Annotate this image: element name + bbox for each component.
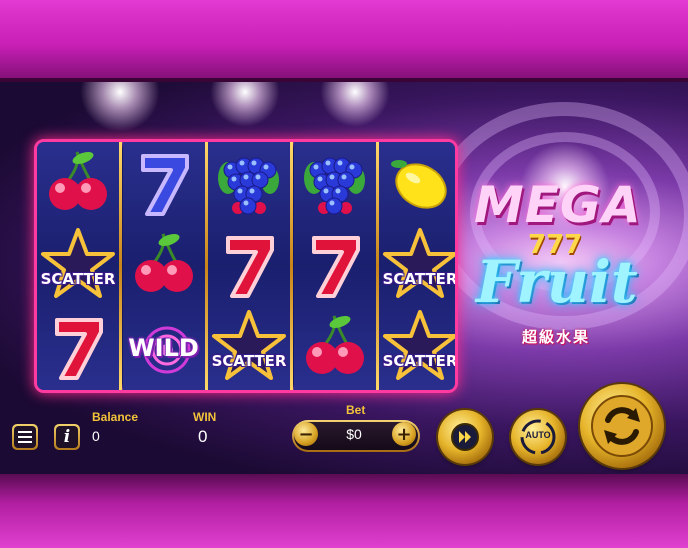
symbol-cherry (37, 142, 119, 224)
reel-column: SCATTER SCATTER (379, 142, 458, 390)
auto-label: AUTO (525, 430, 551, 440)
symbol-seven (208, 224, 290, 306)
stage-light (320, 82, 390, 127)
reel-grid: SCATTER WILD SCATTER SCATTER SCATTER (34, 139, 458, 393)
reel-column (293, 142, 376, 390)
symbol-wild: WILD (123, 306, 205, 388)
symbol-scatter: SCATTER (379, 306, 458, 388)
scatter-label: SCATTER (382, 352, 458, 370)
stage-light (210, 82, 280, 127)
info-icon: i (63, 427, 71, 447)
spin-button[interactable] (580, 384, 664, 468)
logo-subtitle: 超級水果 (522, 328, 591, 346)
info-button[interactable]: i (54, 424, 80, 450)
top-banner (0, 0, 688, 82)
symbol-lemon (379, 142, 455, 224)
symbol-cherry (294, 306, 376, 388)
scatter-label: SCATTER (382, 270, 458, 288)
hamburger-menu-icon (18, 431, 32, 443)
symbol-seven-blue (123, 142, 205, 224)
game-logo: MEGA 777 Fruit 超級水果 (466, 168, 676, 348)
stage-light (80, 82, 160, 132)
symbol-grapes (208, 142, 290, 224)
win-value: 0 (198, 427, 208, 446)
bet-selector: − $0 + (292, 420, 420, 452)
reel-column: WILD (122, 142, 205, 390)
wild-label: WILD (128, 334, 199, 362)
auto-spin-button[interactable]: AUTO (511, 410, 565, 464)
logo-fruit: Fruit (476, 248, 638, 316)
symbol-scatter: SCATTER (37, 224, 119, 306)
scatter-label: SCATTER (211, 352, 287, 370)
bet-increase-button[interactable]: + (392, 422, 416, 446)
turbo-button[interactable] (438, 410, 492, 464)
bottom-banner (0, 474, 688, 548)
reel-column: SCATTER (37, 142, 119, 390)
symbol-cherry (123, 224, 205, 306)
reel-column: SCATTER (208, 142, 290, 390)
symbol-scatter: SCATTER (208, 306, 290, 388)
scatter-label: SCATTER (40, 270, 116, 288)
bet-label: Bet (346, 403, 366, 417)
win-label: WIN (193, 410, 217, 424)
balance-value: 0 (92, 428, 100, 444)
symbol-scatter: SCATTER (379, 224, 458, 306)
balance-label: Balance (92, 410, 139, 424)
logo-mega: MEGA (474, 176, 642, 234)
symbol-grapes (294, 142, 376, 224)
symbol-seven (37, 306, 119, 388)
spin-arrows-icon (591, 395, 653, 457)
symbol-seven (294, 224, 376, 306)
menu-button[interactable] (12, 424, 38, 450)
fast-forward-icon (451, 423, 479, 451)
